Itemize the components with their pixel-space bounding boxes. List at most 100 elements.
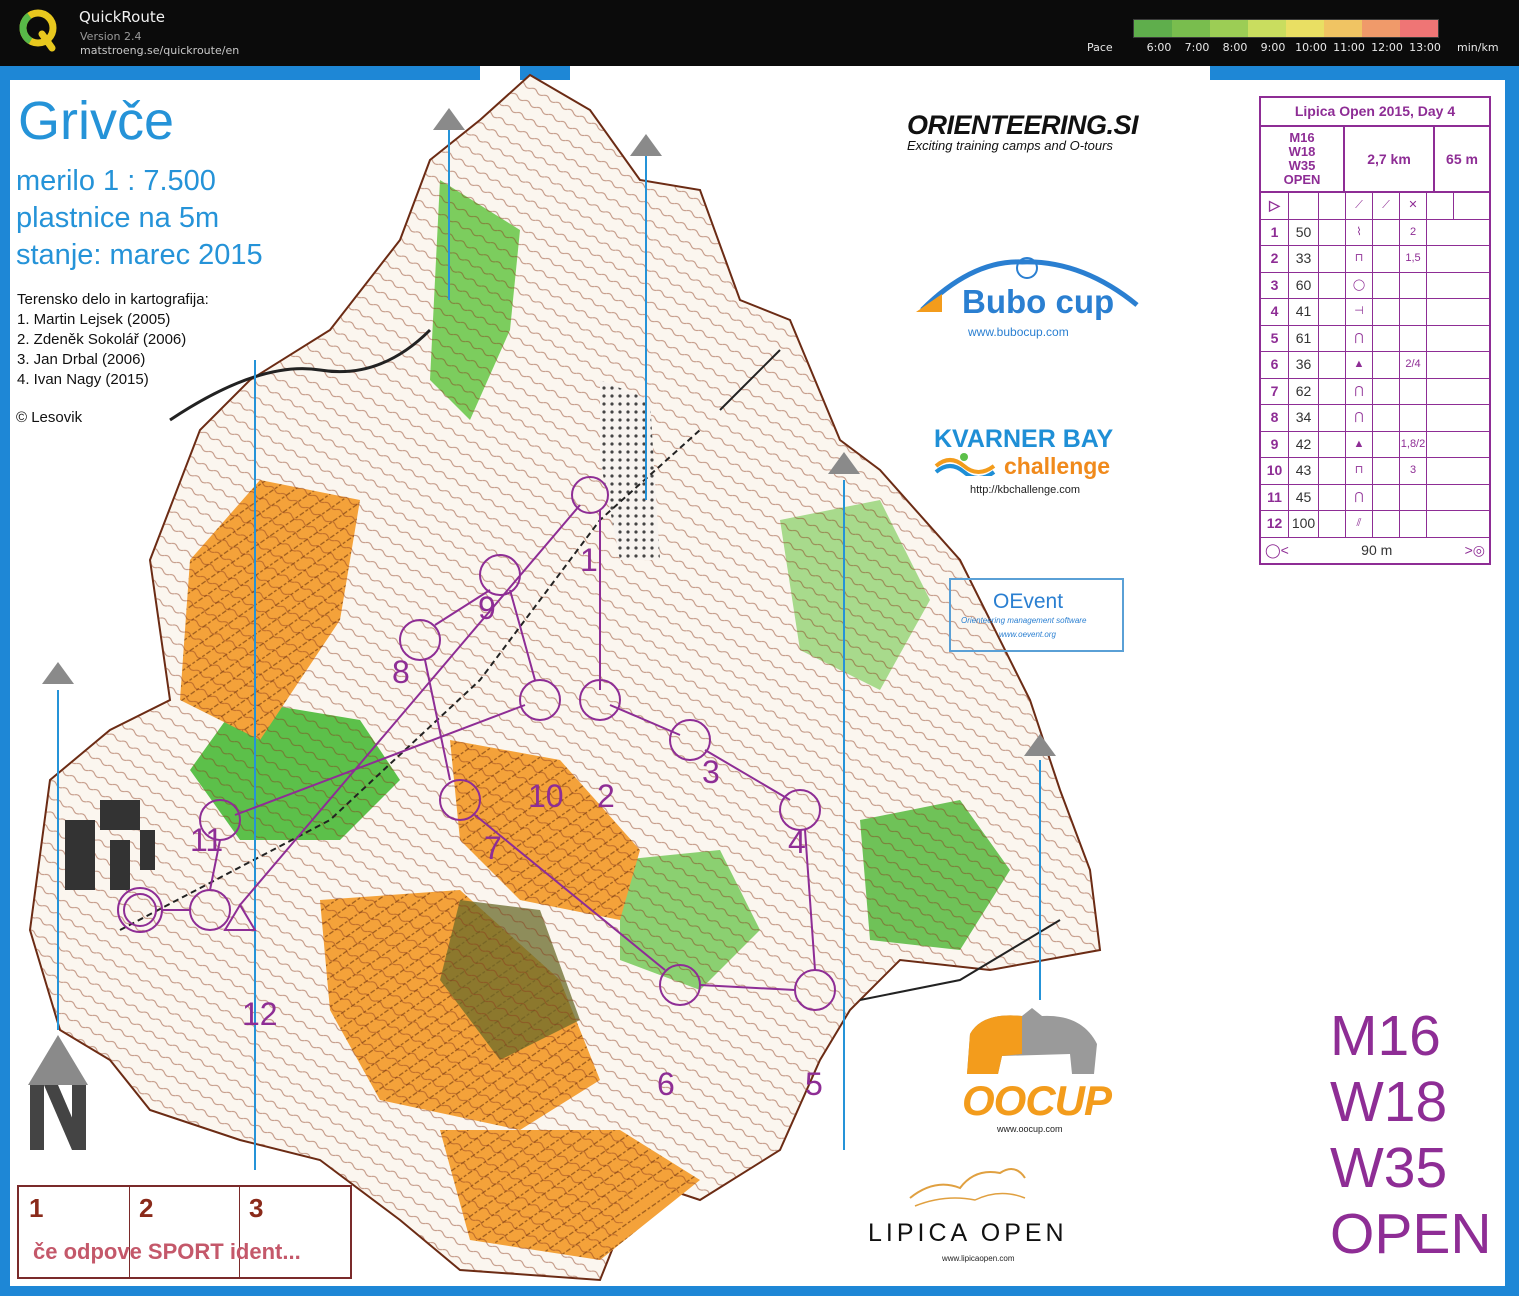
description-row: 12 100 ⫽ — [1261, 511, 1489, 538]
description-rows: 1 50 ⌇ 2 2 33 ⊓ 1,5 3 60 ◯ 4 41 ⊣ 5 61 ⋂ 6 36 ▲ 2/4 7 62 ⋂ 8 34 ⋂ 9… — [1261, 219, 1489, 538]
control-number: 4 — [1261, 299, 1289, 325]
pace-tick-label: 8:00 — [1222, 41, 1248, 54]
path-icon: ⟋ — [1373, 193, 1400, 219]
boulder-icon: ▲ — [1346, 431, 1373, 457]
control-number: 3 — [1261, 272, 1289, 298]
control-number: 2 — [1261, 246, 1289, 272]
control-code: 33 — [1289, 246, 1319, 272]
backup-punch-number: 3 — [249, 1193, 264, 1223]
ruin-icon: ⋂ — [1346, 405, 1373, 431]
description-row: 2 33 ⊓ 1,5 — [1261, 246, 1489, 273]
lipica-open-logo: LIPICA OPEN — [868, 1219, 1068, 1247]
course-climb: 65 m — [1446, 151, 1478, 167]
building — [65, 820, 95, 890]
description-row: 5 61 ⋂ — [1261, 325, 1489, 352]
fence-icon: ⌇ — [1346, 219, 1373, 245]
pace-unit: min/km — [1457, 41, 1499, 54]
control-number: 8 — [1261, 405, 1289, 431]
description-row: 8 34 ⋂ — [1261, 405, 1489, 432]
boulder-icon: ▲ — [1346, 352, 1373, 378]
app-title: QuickRoute — [79, 8, 165, 26]
kvarner-url: http://kbchallenge.com — [970, 484, 1081, 496]
control-label: 10 — [528, 778, 564, 814]
pace-tick-label: 12:00 — [1371, 41, 1403, 54]
description-row: 10 43 ⊓ 3 — [1261, 458, 1489, 485]
orienteering-si-tagline: Exciting training camps and O-tours — [907, 138, 1113, 153]
class-label: OPEN — [1330, 1202, 1492, 1266]
backup-punch-number: 2 — [139, 1193, 154, 1223]
sportident-backup-box: 1 2 3 če odpove SPORT ident... — [17, 1185, 352, 1279]
control-dimension: 2 — [1400, 219, 1427, 245]
app-header: QuickRoute Version 2.4 matstroeng.se/qui… — [0, 0, 1519, 66]
bubo-cup-logo: Bubo cup — [962, 283, 1115, 320]
path-icon: ⟋ — [1346, 193, 1373, 219]
credit-line: 3. Jan Drbal (2006) — [17, 351, 146, 368]
pace-color-segment — [1210, 20, 1248, 37]
pace-tick-label: 11:00 — [1333, 41, 1365, 54]
control-to-finish-icon: ◯< — [1265, 541, 1289, 558]
description-row: 1 50 ⌇ 2 — [1261, 219, 1489, 246]
pace-tick-label: 9:00 — [1260, 41, 1286, 54]
credit-line: 1. Martin Lejsek (2005) — [17, 311, 171, 328]
control-number: 9 — [1261, 431, 1289, 457]
start-row: ▷ ⟋ ⟋ ✕ — [1261, 193, 1489, 220]
control-dimension: 2/4 — [1400, 352, 1427, 378]
map-credits: Terensko delo in kartografija: 1. Martin… — [17, 290, 209, 390]
class-name: W35 — [1288, 158, 1316, 173]
crossing-icon: ✕ — [1400, 193, 1427, 219]
building — [100, 800, 140, 830]
app-url[interactable]: matstroeng.se/quickroute/en — [80, 44, 239, 57]
control-label: 11 — [190, 822, 224, 858]
control-label: 1 — [580, 542, 598, 578]
credits-title: Terensko delo in kartografija: — [17, 291, 209, 308]
oocup-bear-icon — [967, 1008, 1097, 1074]
control-number: 1 — [1261, 219, 1289, 245]
control-number: 10 — [1261, 458, 1289, 484]
map-name: Grivče — [18, 91, 175, 151]
pace-tick-label: 6:00 — [1146, 41, 1172, 54]
wall-icon: ⊓ — [1346, 246, 1373, 272]
control-code: 50 — [1289, 219, 1319, 245]
lipica-horse-icon — [909, 1168, 1026, 1207]
finish-icon: >◎ — [1464, 541, 1485, 558]
control-code: 100 — [1289, 511, 1319, 537]
control-label: 7 — [484, 830, 502, 866]
control-number: 11 — [1261, 484, 1289, 510]
control-number: 5 — [1261, 325, 1289, 351]
control-label: 12 — [242, 996, 278, 1032]
oocup-url: www.oocup.com — [997, 1124, 1063, 1134]
building — [110, 840, 130, 890]
description-row: 7 62 ⋂ — [1261, 378, 1489, 405]
finish-distance: 90 m — [1361, 542, 1393, 558]
pace-tick-label: 7:00 — [1184, 41, 1210, 54]
wall-end-icon: ⊣ — [1346, 299, 1373, 325]
quickroute-logo-icon — [19, 9, 57, 52]
control-code: 41 — [1289, 299, 1319, 325]
control-code: 62 — [1289, 378, 1319, 404]
credit-line: 4. Ivan Nagy (2015) — [17, 371, 149, 388]
ruin-icon: ⋂ — [1346, 378, 1373, 404]
ruin-icon: ⋂ — [1346, 484, 1373, 510]
oevent-url: www.oevent.org — [999, 630, 1056, 639]
map-contour-interval: plastnice na 5m — [16, 202, 220, 234]
pace-tick-label: 10:00 — [1295, 41, 1327, 54]
class-name: W18 — [1288, 144, 1316, 159]
backup-punch-number: 1 — [29, 1193, 44, 1223]
control-number: 12 — [1261, 511, 1289, 537]
class-label: M16 — [1330, 1004, 1441, 1068]
map-viewport[interactable]: 1 2 3 4 5 6 7 8 9 10 11 12 Grivče merilo… — [0, 66, 1519, 1296]
oocup-logo: OOCUP — [962, 1077, 1112, 1124]
map-copyright: © Lesovik — [16, 409, 83, 426]
gap-icon: ⫽ — [1346, 511, 1373, 537]
start-triangle-icon: ▷ — [1261, 193, 1289, 219]
control-code: 42 — [1289, 431, 1319, 457]
control-code: 60 — [1289, 272, 1319, 298]
depression-icon: ◯ — [1346, 272, 1373, 298]
pace-color-segment — [1400, 20, 1438, 37]
description-title: Lipica Open 2015, Day 4 — [1261, 98, 1489, 127]
kvarner-bay-logo: KVARNER BAY — [934, 425, 1114, 453]
map-scale: merilo 1 : 7.500 — [16, 165, 216, 197]
bubo-cup-url: www.bubocup.com — [968, 325, 1069, 339]
control-dimension — [1400, 378, 1427, 404]
class-label: W18 — [1330, 1070, 1448, 1134]
